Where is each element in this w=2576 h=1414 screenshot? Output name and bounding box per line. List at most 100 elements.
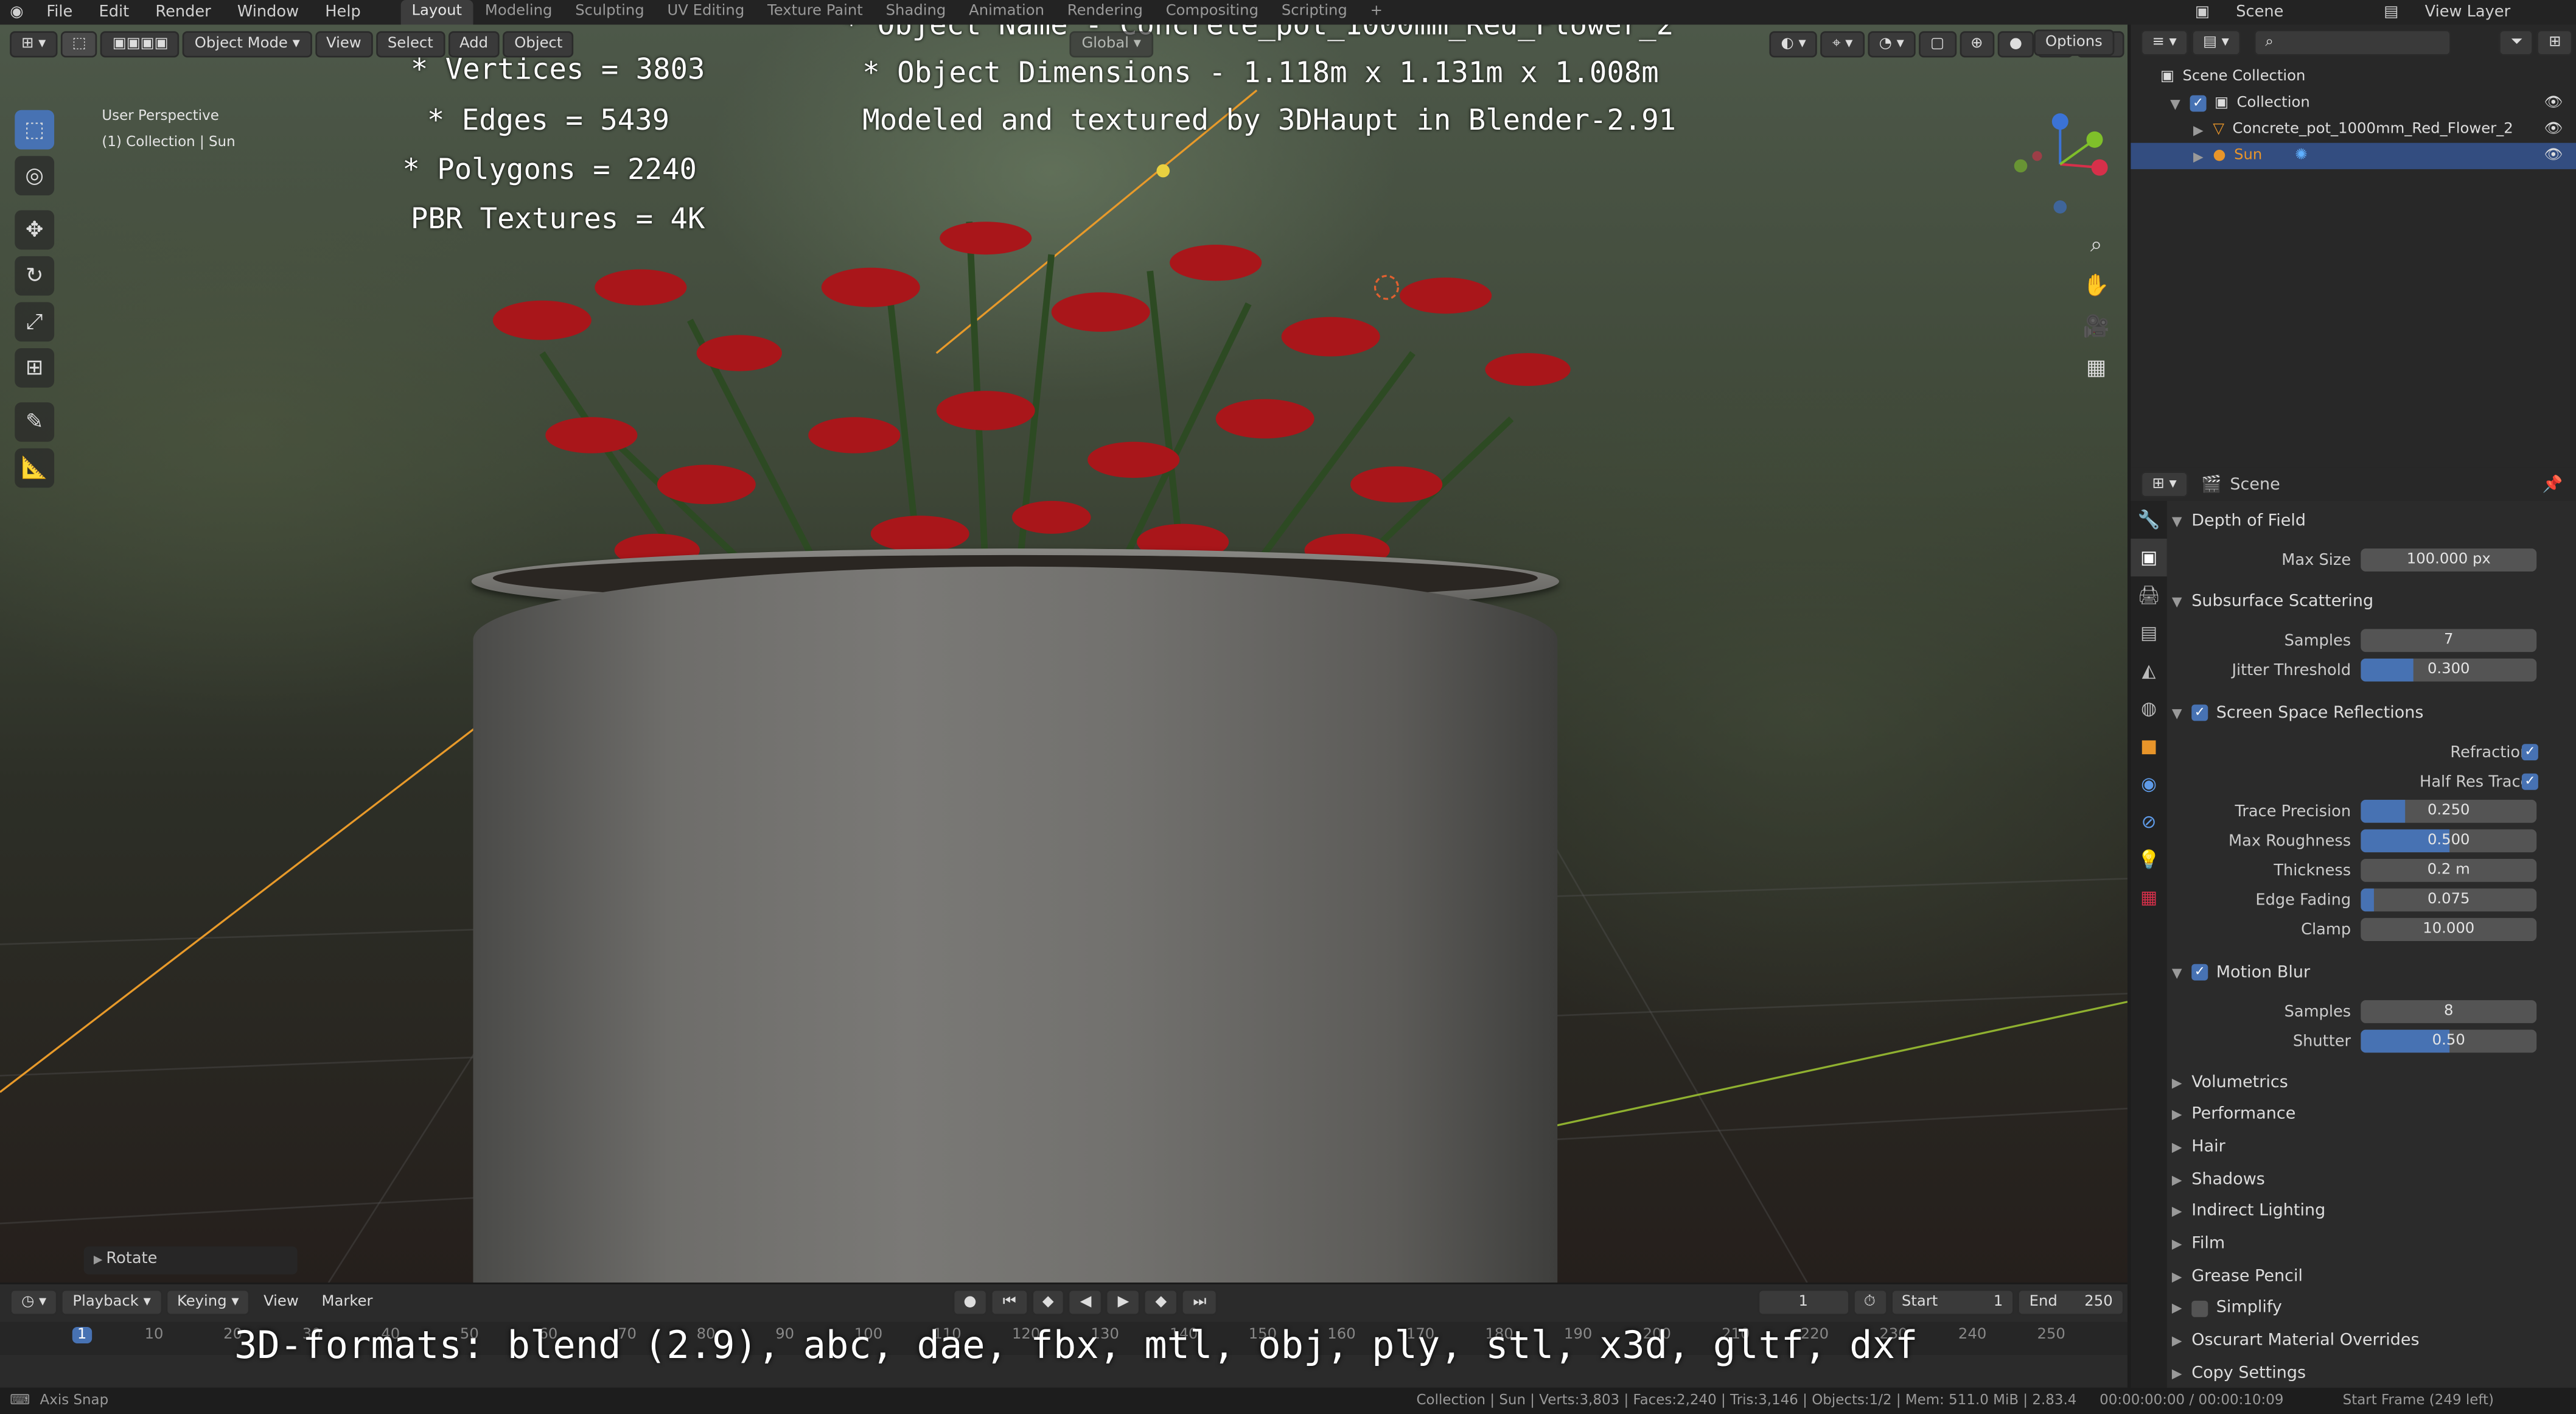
expand-icon[interactable]: ▶ — [2193, 149, 2213, 163]
collection-checkbox[interactable]: ✓ — [2190, 95, 2207, 112]
operator-panel[interactable]: ▶ Rotate — [83, 1246, 298, 1275]
gizmo-toggle-icon[interactable]: ⌖ ▾ — [1820, 31, 1865, 58]
tab-shading[interactable]: Shading — [874, 0, 957, 24]
modifier-tab-icon[interactable]: ◉ — [2131, 765, 2166, 803]
world-tab-icon[interactable]: ◍ — [2131, 690, 2166, 727]
jump-start-icon[interactable]: ⏮ — [991, 1289, 1028, 1316]
max-size-field[interactable]: 100.000 px — [2361, 548, 2537, 572]
refraction-checkbox[interactable]: ✓ — [2521, 744, 2538, 761]
edge-fading-slider[interactable]: 0.075 — [2361, 888, 2537, 912]
record-icon[interactable]: ● — [952, 1289, 988, 1316]
timeline-editor-type-icon[interactable]: ◷ ▾ — [10, 1289, 58, 1316]
shading-wireframe-icon[interactable]: ⊕ — [1959, 31, 1995, 58]
tab-layout[interactable]: Layout — [400, 0, 473, 25]
render-tab-icon[interactable]: ▣ — [2131, 538, 2167, 576]
play-icon[interactable]: ▶ — [1106, 1289, 1141, 1316]
tab-animation[interactable]: Animation — [957, 0, 1056, 24]
options-button[interactable]: Options — [2034, 29, 2117, 56]
thickness-field[interactable]: 0.2 m — [2361, 859, 2537, 882]
prev-key-icon[interactable]: ◆ — [1030, 1289, 1066, 1316]
section-hair[interactable]: ▶ Hair — [2172, 1130, 2573, 1163]
jitter-threshold-slider[interactable]: 0.300 — [2361, 658, 2537, 682]
view-layer-name[interactable]: View Layer — [2412, 3, 2576, 21]
max-roughness-slider[interactable]: 0.500 — [2361, 829, 2537, 853]
expand-icon[interactable]: ▶ — [2193, 122, 2213, 137]
navigation-gizmo[interactable] — [2005, 107, 2120, 222]
section-shadows[interactable]: ▶ Shadows — [2172, 1163, 2573, 1195]
filter-icon[interactable]: ⏷ — [2499, 29, 2535, 56]
outliner-editor-icon[interactable]: ≡ ▾ — [2140, 29, 2188, 56]
transform-icon[interactable]: ⊞ — [15, 348, 55, 388]
scale-icon[interactable]: ⤢ — [15, 302, 55, 342]
section-depth-of-field[interactable]: ▼ Depth of Field — [2172, 504, 2573, 537]
trace-precision-slider[interactable]: 0.250 — [2361, 799, 2537, 823]
annotate-icon[interactable]: ✎ — [15, 402, 55, 442]
shading-solid-icon[interactable]: ● — [1997, 31, 2034, 58]
sss-samples-field[interactable]: 7 — [2361, 629, 2537, 653]
xray-icon[interactable]: ▢ — [1919, 31, 1956, 58]
outliner-object-pot[interactable]: ▶ ▽ Concrete_pot_1000mm_Red_Flower_2 👁 — [2131, 117, 2576, 143]
menu-select[interactable]: Select — [375, 31, 445, 58]
mode-dropdown[interactable]: Object Mode ▾ — [183, 31, 312, 58]
select-new-icon[interactable]: ▣▣▣▣ — [100, 31, 180, 58]
menu-edit[interactable]: Edit — [86, 3, 142, 21]
add-workspace-button[interactable]: + — [1359, 0, 1394, 24]
section-grease-pencil[interactable]: ▶ Grease Pencil — [2172, 1260, 2573, 1293]
menu-help[interactable]: Help — [312, 3, 374, 21]
visibility-icon[interactable]: ◐ ▾ — [1769, 31, 1818, 58]
eye-icon[interactable]: 👁 — [2544, 122, 2563, 138]
menu-playback[interactable]: Playback ▾ — [61, 1289, 162, 1316]
shutter-slider[interactable]: 0.50 — [2361, 1029, 2537, 1053]
current-frame-field[interactable]: 1 — [1757, 1289, 1849, 1316]
blender-logo-icon[interactable]: ◉ — [0, 3, 33, 21]
outliner-object-sun[interactable]: ▶ ● Sun ✺ 👁 — [2131, 142, 2576, 169]
menu-window[interactable]: Window — [224, 3, 312, 21]
tool-tab-icon[interactable]: 🔧 — [2131, 501, 2166, 539]
cursor-icon[interactable]: ◎ — [15, 156, 55, 196]
display-mode-icon[interactable]: ▤ ▾ — [2191, 29, 2241, 56]
camera-icon[interactable]: 🎥 — [2080, 307, 2113, 348]
object-tab-icon[interactable]: ■ — [2131, 727, 2166, 765]
rotate-icon[interactable]: ↻ — [15, 256, 55, 296]
section-simplify[interactable]: ▶ Simplify — [2172, 1292, 2573, 1325]
tab-scripting[interactable]: Scripting — [1270, 0, 1359, 24]
scene-name[interactable]: Scene — [2223, 3, 2371, 21]
section-subsurface-scattering[interactable]: ▼ Subsurface Scattering — [2172, 584, 2573, 617]
menu-file[interactable]: File — [33, 3, 86, 21]
menu-timeline-view[interactable]: View — [254, 1291, 309, 1314]
eye-icon[interactable]: 👁 — [2544, 95, 2563, 111]
ssr-checkbox[interactable]: ✓ — [2191, 704, 2208, 721]
half-res-trace-checkbox[interactable]: ✓ — [2521, 773, 2538, 790]
menu-keying[interactable]: Keying ▾ — [166, 1289, 251, 1316]
menu-render[interactable]: Render — [142, 3, 225, 21]
measure-icon[interactable]: 📐 — [15, 448, 55, 488]
overlay-toggle-icon[interactable]: ◔ ▾ — [1867, 31, 1916, 58]
pin-icon[interactable]: 📌 — [2543, 475, 2563, 494]
scene-selector-icon[interactable]: ▣ — [2182, 3, 2222, 21]
tab-uv-editing[interactable]: UV Editing — [656, 0, 756, 24]
concrete-pot[interactable] — [473, 566, 1558, 1283]
grid-view-icon[interactable]: ▦ — [2080, 348, 2113, 389]
data-tab-icon[interactable]: 💡 — [2131, 841, 2166, 878]
jump-end-icon[interactable]: ⏭ — [1181, 1289, 1218, 1316]
menu-add[interactable]: Add — [448, 31, 500, 58]
pan-hand-icon[interactable]: ✋ — [2080, 266, 2113, 307]
constraint-tab-icon[interactable]: ⊘ — [2131, 803, 2166, 841]
section-copy-settings[interactable]: ▶ Copy Settings — [2172, 1357, 2573, 1390]
simplify-checkbox[interactable] — [2191, 1300, 2208, 1317]
section-indirect-lighting[interactable]: ▶ Indirect Lighting — [2172, 1195, 2573, 1228]
select-box-icon[interactable]: ⬚ — [15, 110, 55, 150]
section-volumetrics[interactable]: ▶ Volumetrics — [2172, 1066, 2573, 1099]
selection-mode-icon[interactable]: ⬚ — [60, 31, 98, 58]
outliner-collection[interactable]: ▼ ✓ ▣ Collection 👁 — [2131, 90, 2576, 116]
properties-editor-icon[interactable]: ⊞ ▾ — [2140, 471, 2188, 498]
new-collection-icon[interactable]: ⊞ — [2537, 29, 2573, 56]
orientation-dropdown[interactable]: Global ▾ — [1070, 31, 1153, 58]
texture-tab-icon[interactable]: ▦ — [2131, 878, 2166, 916]
editor-type-icon[interactable]: ⊞ ▾ — [10, 31, 58, 58]
section-oscurart-material-overrides[interactable]: ▶ Oscurart Material Overrides — [2172, 1325, 2573, 1357]
next-key-icon[interactable]: ◆ — [1143, 1289, 1179, 1316]
clamp-field[interactable]: 10.000 — [2361, 918, 2537, 941]
3d-viewport[interactable]: * Vertices = 3803 * Edges = 5439 * Polyg… — [0, 24, 2127, 1283]
play-reverse-icon[interactable]: ◀ — [1068, 1289, 1103, 1316]
